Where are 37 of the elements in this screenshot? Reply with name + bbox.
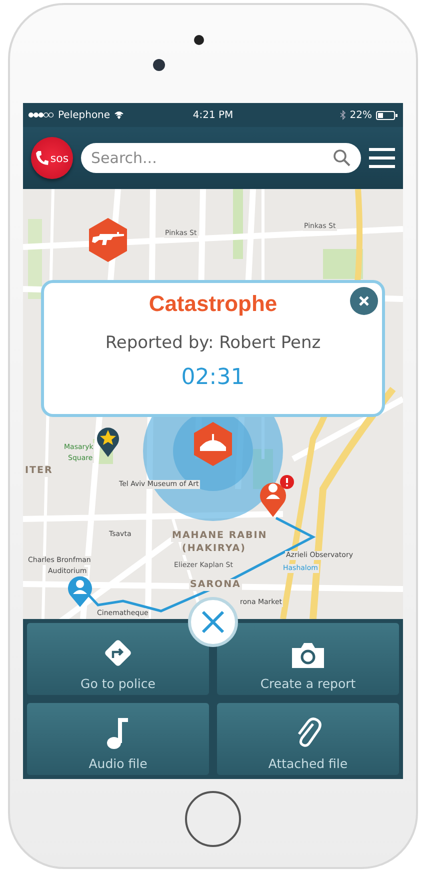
rifle-marker-icon[interactable] [87,217,129,263]
person-pin-icon[interactable] [67,574,93,608]
map-label: SARONA [189,579,242,590]
front-camera [153,59,165,71]
carrier-name: Pelephone [58,110,110,120]
park-area [253,449,273,489]
battery-icon [376,110,398,120]
map-label: ITER [24,465,54,476]
search-icon [333,149,351,167]
alert-timer: 02:31 [181,365,245,390]
home-button[interactable] [185,791,241,847]
action-tile[interactable]: Go to police [27,623,209,695]
close-icon [200,609,226,635]
sos-button[interactable]: sos [31,137,73,179]
phone-icon [35,150,50,166]
music-note-icon [106,716,130,750]
action-tile[interactable]: Audio file [27,703,209,775]
wifi-icon [114,111,124,119]
person-alert-pin-icon[interactable] [259,474,295,518]
close-icon [358,295,370,307]
star-pin-icon[interactable] [96,426,120,458]
menu-icon[interactable] [369,147,395,169]
action-tile[interactable]: Create a report [217,623,399,695]
close-button[interactable] [350,287,378,315]
action-tile[interactable]: Attached file [217,703,399,775]
status-time: 4:21 PM [192,110,234,120]
cake-marker-icon[interactable] [192,421,234,467]
camera-icon [290,640,326,670]
battery-percent: 22% [350,110,372,120]
map-label: (HAKIRYA) [181,543,248,554]
signal-icon [28,112,54,118]
search-field[interactable]: Search... [81,143,361,173]
bluetooth-icon [340,110,346,120]
map-label: MAHANE RABIN [171,530,268,542]
alert-title: Catastrophe [148,291,278,317]
reporter-text: Reported by: Robert Penz [105,333,321,353]
park-area [233,189,243,259]
